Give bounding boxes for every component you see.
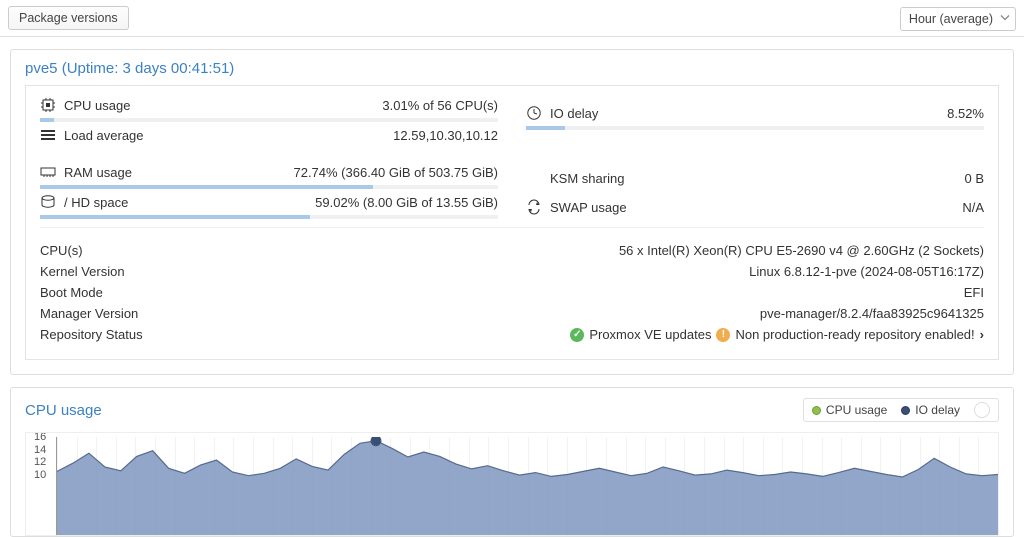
system-info-list: CPU(s) 56 x Intel(R) Xeon(R) CPU E5-2690… [26, 236, 998, 345]
info-kernel: Kernel Version Linux 6.8.12-1-pve (2024-… [40, 261, 984, 282]
stats-right-column: IO delay 8.52% KSM sharing 0 B [512, 92, 998, 219]
repo-ok-text: Proxmox VE updates [589, 327, 711, 342]
legend-cpu-usage[interactable]: CPU usage [812, 403, 887, 417]
load-average-row: Load average 12.59,10.30,10.12 [40, 122, 498, 145]
ksm-label: KSM sharing [550, 171, 624, 186]
chart-point-marker [371, 437, 381, 446]
io-delay-value: 8.52% [947, 106, 984, 121]
io-delay-row: IO delay 8.52% [526, 100, 984, 123]
ram-usage-bar [40, 185, 498, 189]
swap-icon [526, 199, 542, 215]
cpu-usage-value: 3.01% of 56 CPU(s) [382, 98, 498, 113]
stats-box: CPU usage 3.01% of 56 CPU(s) Load averag… [25, 85, 999, 360]
swap-row: SWAP usage N/A [526, 194, 984, 217]
ksm-value: 0 B [964, 171, 984, 186]
legend-io-delay[interactable]: IO delay [901, 403, 960, 417]
io-delay-label: IO delay [550, 106, 598, 121]
io-delay-bar [526, 126, 984, 130]
ram-usage-label: RAM usage [64, 165, 132, 180]
cpu-usage-row: CPU usage 3.01% of 56 CPU(s) [40, 92, 498, 115]
node-summary-panel: pve5 (Uptime: 3 days 00:41:51) CPU usage… [10, 49, 1014, 375]
y-tick: 16 [34, 432, 46, 443]
info-cpus: CPU(s) 56 x Intel(R) Xeon(R) CPU E5-2690… [40, 240, 984, 261]
swap-label: SWAP usage [550, 200, 627, 215]
cpu-icon [40, 97, 56, 113]
chevron-right-icon: › [980, 327, 984, 342]
memory-icon [40, 164, 56, 180]
toolbar: Package versions Hour (average) [0, 0, 1024, 37]
y-tick: 10 [34, 469, 46, 481]
time-range-value: Hour (average) [900, 7, 1016, 31]
chart-legend: CPU usage IO delay [803, 398, 999, 422]
info-repo-status[interactable]: Repository Status ✓ Proxmox VE updates !… [40, 324, 984, 345]
cpu-chart-panel: CPU usage CPU usage IO delay 10121416 [10, 387, 1014, 537]
disk-icon [40, 194, 56, 210]
package-versions-button[interactable]: Package versions [8, 6, 129, 30]
hd-space-row: / HD space 59.02% (8.00 GiB of 13.55 GiB… [40, 189, 498, 212]
stats-left-column: CPU usage 3.01% of 56 CPU(s) Load averag… [26, 92, 512, 219]
time-range-select[interactable]: Hour (average) [900, 11, 1016, 26]
legend-dot-icon [812, 406, 821, 415]
swap-value: N/A [962, 200, 984, 215]
cpu-usage-bar [40, 118, 498, 122]
legend-dot-icon [901, 406, 910, 415]
repo-warn-text: Non production-ready repository enabled! [735, 327, 974, 342]
load-average-label: Load average [64, 128, 144, 143]
y-tick: 14 [34, 444, 46, 456]
chart-body[interactable]: 10121416 [25, 432, 999, 536]
hd-space-value: 59.02% (8.00 GiB of 13.55 GiB) [315, 195, 498, 210]
y-tick: 12 [34, 456, 46, 468]
hd-space-label: / HD space [64, 195, 128, 210]
info-manager: Manager Version pve-manager/8.2.4/faa839… [40, 303, 984, 324]
node-title: pve5 (Uptime: 3 days 00:41:51) [11, 50, 1013, 85]
info-boot: Boot Mode EFI [40, 282, 984, 303]
list-icon [40, 127, 56, 143]
clock-icon [526, 105, 542, 121]
hd-space-bar [40, 215, 498, 219]
warning-icon: ! [716, 328, 730, 342]
ksm-row: KSM sharing 0 B [526, 166, 984, 188]
check-icon: ✓ [570, 328, 584, 342]
ram-usage-row: RAM usage 72.74% (366.40 GiB of 503.75 G… [40, 159, 498, 182]
cpu-usage-label: CPU usage [64, 98, 130, 113]
chart-title: CPU usage [25, 402, 102, 419]
load-average-value: 12.59,10.30,10.12 [393, 128, 498, 143]
legend-toggle-icon[interactable] [974, 402, 990, 418]
ram-usage-value: 72.74% (366.40 GiB of 503.75 GiB) [293, 165, 498, 180]
